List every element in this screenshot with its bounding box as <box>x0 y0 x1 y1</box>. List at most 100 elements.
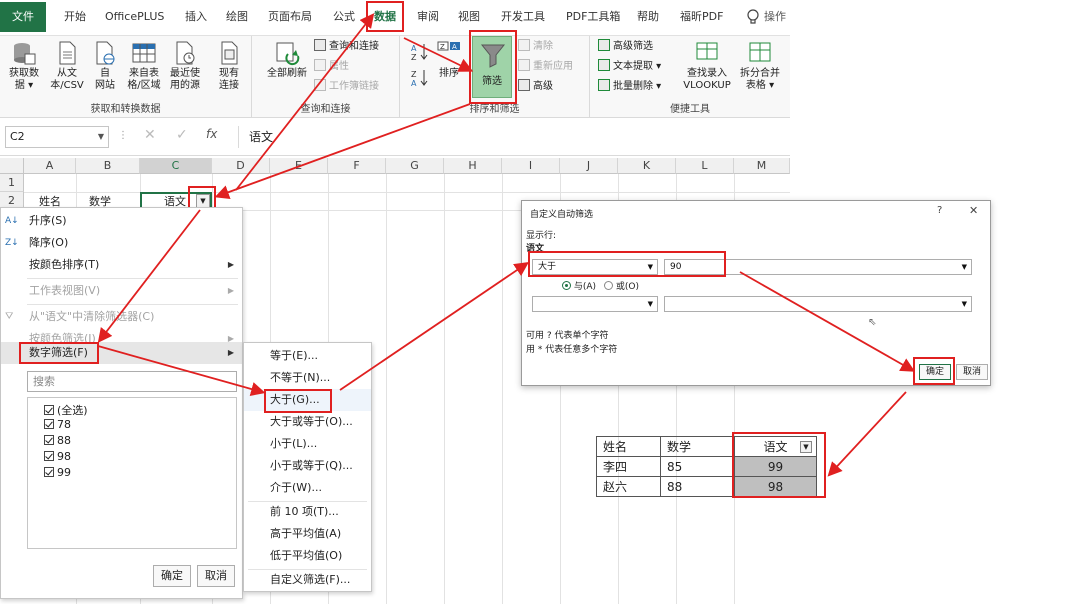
batch-delete-button[interactable]: 批量删除 ▾ <box>598 78 661 95</box>
table-cell[interactable]: 85 <box>660 456 735 477</box>
active-filter-icon[interactable]: ▼ <box>800 441 812 453</box>
tab-page-layout[interactable]: 页面布局 <box>268 4 312 30</box>
submenu-item-top-10[interactable]: 前 10 项(T)... <box>244 501 371 523</box>
column-header[interactable]: D <box>212 158 270 174</box>
help-icon[interactable]: ? <box>937 205 942 216</box>
from-table-range-button[interactable]: 来自表 格/区域 <box>124 40 164 92</box>
submenu-item-less-equal[interactable]: 小于或等于(Q)... <box>244 455 371 477</box>
filter-button[interactable]: 筛选 <box>472 36 512 98</box>
chevron-down-icon[interactable]: ▼ <box>98 127 104 147</box>
table-cell[interactable]: 赵六 <box>596 476 661 497</box>
column-header[interactable]: F <box>328 158 386 174</box>
filter-ok-button[interactable]: 确定 <box>153 565 191 587</box>
tab-home[interactable]: 开始 <box>64 4 86 30</box>
function-icon[interactable]: fx <box>206 127 217 141</box>
get-data-button[interactable]: 获取数据 ▾ <box>6 40 42 92</box>
column-header[interactable]: A <box>24 158 76 174</box>
tab-file[interactable]: 文件 <box>0 2 46 32</box>
name-box[interactable]: C2 ▼ <box>5 126 109 148</box>
tab-review[interactable]: 审阅 <box>417 4 439 30</box>
submenu-item-less-than[interactable]: 小于(L)... <box>244 433 371 455</box>
row-header[interactable]: 1 <box>0 174 24 192</box>
from-text-csv-button[interactable]: 从文 本/CSV <box>46 40 88 92</box>
submenu-item-between[interactable]: 介于(W)... <box>244 477 371 499</box>
confirm-icon[interactable]: ✓ <box>176 127 188 143</box>
table-cell[interactable]: 99 <box>734 456 817 477</box>
recent-sources-button[interactable]: 最近使 用的源 <box>165 40 205 92</box>
sort-az-icon[interactable]: AZ <box>410 42 430 62</box>
sort-button[interactable]: ZA 排序 <box>434 40 464 80</box>
column-header[interactable]: H <box>444 158 502 174</box>
table-cell[interactable]: 98 <box>734 476 817 497</box>
select-all-corner[interactable] <box>0 158 24 174</box>
text-extract-button[interactable]: 文本提取 ▾ <box>598 58 661 75</box>
tab-developer[interactable]: 开发工具 <box>501 4 545 30</box>
column-header[interactable]: L <box>676 158 734 174</box>
quick-advanced-filter-button[interactable]: 高级筛选 <box>598 38 653 55</box>
formula-input[interactable]: 语文 <box>238 126 790 148</box>
menu-item-sort-asc[interactable]: A↓ 升序(S) <box>1 210 242 232</box>
menu-item-sheet-view[interactable]: 工作表视图(V) ▶ <box>1 280 242 302</box>
from-web-button[interactable]: 自网站 <box>92 40 118 92</box>
autofilter-dropdown-button[interactable]: ▼ <box>196 194 210 208</box>
column-header[interactable]: G <box>386 158 444 174</box>
filter-cancel-button[interactable]: 取消 <box>197 565 235 587</box>
value-input-2[interactable]: ▼ <box>664 296 972 312</box>
refresh-all-button[interactable]: 全部刷新 <box>264 40 310 80</box>
advanced-filter-button[interactable]: 高级 <box>518 78 553 95</box>
submenu-item-greater-than[interactable]: 大于(G)... <box>244 389 371 411</box>
column-header[interactable]: C <box>140 158 212 174</box>
column-header[interactable]: M <box>734 158 790 174</box>
header-cell[interactable]: 姓名 <box>596 436 661 457</box>
table-cell[interactable]: 88 <box>660 476 735 497</box>
radio-or[interactable]: 或(O) <box>604 279 639 292</box>
table-cell[interactable]: 李四 <box>596 456 661 477</box>
properties-button[interactable]: 属性 <box>314 58 349 75</box>
submenu-item-not-equals[interactable]: 不等于(N)... <box>244 367 371 389</box>
checkbox-select-all[interactable]: (全选) <box>44 402 88 418</box>
tab-foxit-pdf[interactable]: 福昕PDF <box>680 4 723 30</box>
checkbox-value[interactable]: 88 <box>44 434 71 447</box>
header-cell[interactable]: 语文 ▼ <box>734 436 817 457</box>
operator-select-1[interactable]: 大于 ▼ <box>532 259 658 275</box>
menu-item-sort-by-color[interactable]: 按颜色排序(T) ▶ <box>1 254 242 276</box>
filter-search-input[interactable]: 搜索 <box>27 371 237 392</box>
header-cell[interactable]: 数学 <box>660 436 735 457</box>
radio-and[interactable]: 与(A) <box>562 279 596 292</box>
workbook-links-button[interactable]: 工作簿链接 <box>314 78 379 95</box>
tab-insert[interactable]: 插入 <box>185 4 207 30</box>
tab-help[interactable]: 帮助 <box>637 4 659 30</box>
cancel-icon[interactable]: ✕ <box>144 127 156 143</box>
tab-formulas[interactable]: 公式 <box>333 4 355 30</box>
sort-za-icon[interactable]: ZA <box>410 68 430 88</box>
tab-tell-me[interactable]: 操作 <box>764 4 786 30</box>
menu-item-clear-filter[interactable]: ⛛ 从"语文"中清除筛选器(C) <box>1 306 242 328</box>
value-input-1[interactable]: 90 ▼ <box>664 259 972 275</box>
tab-draw[interactable]: 绘图 <box>226 4 248 30</box>
menu-item-sort-desc[interactable]: Z↓ 降序(O) <box>1 232 242 254</box>
tab-data[interactable]: 数据 <box>374 4 396 30</box>
checkbox-value[interactable]: 78 <box>44 418 71 431</box>
column-header[interactable]: I <box>502 158 560 174</box>
operator-select-2[interactable]: ▼ <box>532 296 658 312</box>
column-header[interactable]: B <box>76 158 140 174</box>
submenu-item-greater-equal[interactable]: 大于或等于(O)... <box>244 411 371 433</box>
submenu-item-equals[interactable]: 等于(E)... <box>244 345 371 367</box>
column-header[interactable]: J <box>560 158 618 174</box>
menu-item-number-filter[interactable]: 数字筛选(F) ▶ <box>1 342 242 364</box>
reapply-button[interactable]: 重新应用 <box>518 58 573 75</box>
checkbox-value[interactable]: 99 <box>44 466 71 479</box>
existing-connections-button[interactable]: 现有 连接 <box>214 40 244 92</box>
column-header[interactable]: E <box>270 158 328 174</box>
checkbox-value[interactable]: 98 <box>44 450 71 463</box>
vlookup-button[interactable]: 查找录入 VLOOKUP <box>682 40 732 92</box>
close-icon[interactable]: ✕ <box>969 204 978 217</box>
dialog-cancel-button[interactable]: 取消 <box>956 364 988 380</box>
submenu-item-above-average[interactable]: 高于平均值(A) <box>244 523 371 545</box>
submenu-item-custom-filter[interactable]: 自定义筛选(F)... <box>244 569 371 591</box>
tab-view[interactable]: 视图 <box>458 4 480 30</box>
submenu-item-below-average[interactable]: 低于平均值(O) <box>244 545 371 567</box>
tab-pdf-toolbox[interactable]: PDF工具箱 <box>566 4 620 30</box>
queries-connections-button[interactable]: 查询和连接 <box>314 38 379 55</box>
tab-officeplus[interactable]: OfficePLUS <box>105 4 164 30</box>
